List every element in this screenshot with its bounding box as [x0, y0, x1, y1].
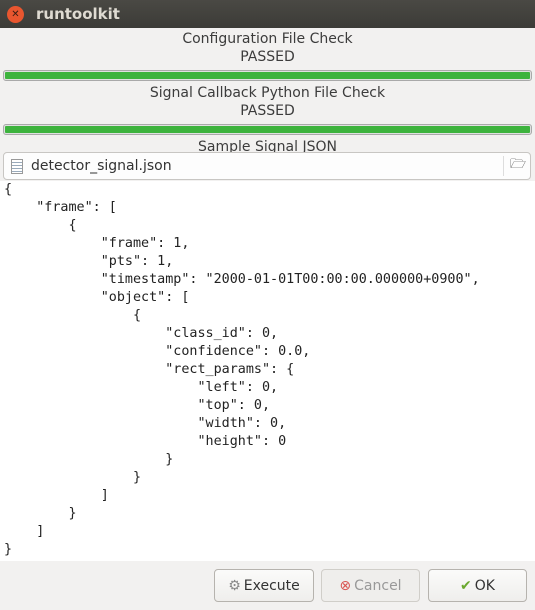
cancel-label: Cancel	[354, 577, 402, 594]
gears-icon: ⚙	[228, 577, 241, 594]
ok-label: OK	[474, 577, 495, 594]
config-check-label: Configuration File Check	[182, 31, 353, 47]
file-icon	[11, 158, 23, 174]
file-chooser[interactable]: detector_signal.json 🗁	[3, 152, 531, 180]
cancel-button: ⊗ Cancel	[321, 569, 420, 602]
json-content-view[interactable]: { "frame": [ { "frame": 1, "pts": 1, "ti…	[0, 181, 535, 561]
close-icon[interactable]: ✕	[7, 5, 24, 23]
window-title: runtoolkit	[36, 5, 120, 23]
open-folder-icon[interactable]: 🗁	[510, 158, 526, 172]
config-check-progress	[3, 70, 532, 81]
checkmark-icon: ✔	[460, 577, 472, 594]
execute-button[interactable]: ⚙ Execute	[214, 569, 314, 602]
title-bar: ✕ runtoolkit	[0, 0, 535, 28]
callback-check-status: PASSED	[240, 103, 295, 119]
ok-button[interactable]: ✔ OK	[428, 569, 527, 602]
progress-fill	[5, 72, 530, 79]
file-name: detector_signal.json	[31, 158, 172, 174]
divider	[503, 156, 504, 176]
config-check-status: PASSED	[240, 49, 295, 65]
callback-check-progress	[3, 124, 532, 135]
callback-check-label: Signal Callback Python File Check	[149, 85, 386, 101]
execute-label: Execute	[243, 577, 300, 594]
cancel-icon: ⊗	[339, 577, 352, 594]
progress-fill	[5, 126, 530, 133]
